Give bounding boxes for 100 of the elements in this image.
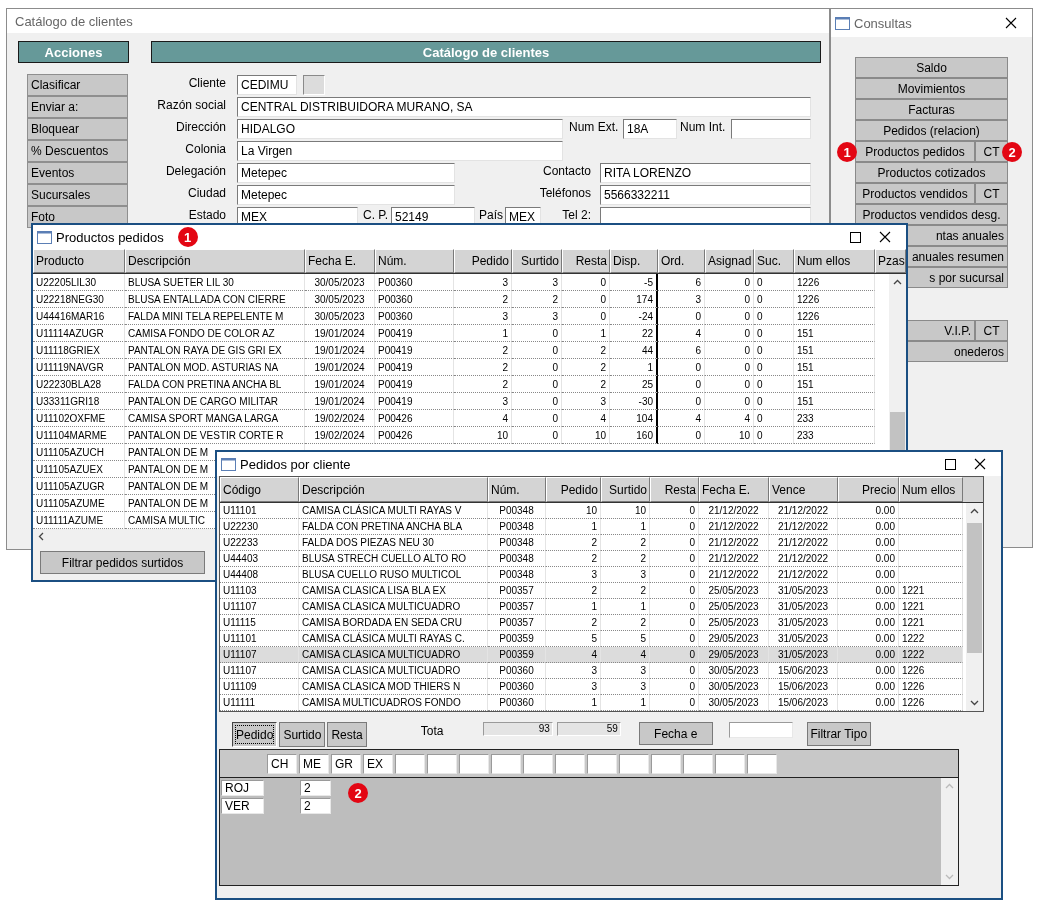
input-field[interactable]: CEDIMU xyxy=(237,75,297,95)
toggle-button[interactable]: Pedido xyxy=(232,722,278,747)
table-row[interactable]: U44403 BLUSA STRECH CUELLO ALTO RO P00348 2 2 0 21/12/2022 21/12/2022 0.00 xyxy=(220,551,963,567)
input-field[interactable] xyxy=(728,722,793,738)
color-name-field[interactable]: VER xyxy=(221,798,264,814)
quantity-field[interactable]: 2 xyxy=(300,780,331,796)
size-header-field[interactable] xyxy=(523,753,553,774)
column-header[interactable]: Disp. xyxy=(610,249,658,273)
column-header[interactable]: Pedido xyxy=(546,477,601,502)
query-button[interactable]: Saldo xyxy=(855,57,1008,78)
column-header[interactable]: Fecha E. xyxy=(305,249,375,273)
query-button[interactable]: Productos vendidos desg. xyxy=(855,204,1008,225)
chevron-down-icon[interactable] xyxy=(970,700,979,706)
input-field[interactable]: RITA LORENZO xyxy=(600,163,811,183)
action-button[interactable]: Enviar a: xyxy=(27,96,128,118)
table-row[interactable]: U11103 CAMISA CLASICA LISA BLA EX P00357 2 2 0 25/05/2023 31/05/2023 0.00 1221 xyxy=(220,583,963,599)
scrollbar-thumb[interactable] xyxy=(890,412,905,452)
action-button[interactable]: % Descuentos xyxy=(27,140,128,162)
size-header-field[interactable]: EX xyxy=(363,753,393,774)
table-row[interactable]: U11101 CAMISA CLÁSICA MULTI RAYAS V P00348 10 10 0 21/12/2022 21/12/2022 0.00 xyxy=(220,503,963,519)
column-header[interactable]: Resta xyxy=(562,249,610,273)
table-row[interactable]: U11107 CAMISA CLASICA MULTICUADRO P00357 1 1 0 25/05/2023 31/05/2023 0.00 1221 xyxy=(220,599,963,615)
table-row[interactable]: U11115 CAMISA BORDADA EN SEDA CRU P00357 2 2 0 25/05/2023 31/05/2023 0.00 1221 xyxy=(220,615,963,631)
close-icon[interactable] xyxy=(879,231,891,243)
action-button[interactable]: Clasificar xyxy=(27,74,128,96)
action-button[interactable]: Sucursales xyxy=(27,184,128,206)
color-name-field[interactable]: ROJ xyxy=(221,780,264,796)
filter-button[interactable]: Filtrar pedidos surtidos xyxy=(40,551,205,574)
filter-button[interactable]: Filtrar Tipo xyxy=(806,722,871,746)
maximize-icon[interactable] xyxy=(849,231,861,243)
ct-button[interactable]: CT xyxy=(975,183,1008,204)
action-button[interactable]: Eventos xyxy=(27,162,128,184)
close-icon[interactable] xyxy=(1005,17,1017,29)
size-header-field[interactable] xyxy=(555,753,585,774)
table-row[interactable]: U11111 CAMISA MULTICUADROS FONDO P00360 1 1 0 30/05/2023 15/06/2023 0.00 1226 xyxy=(220,695,963,711)
close-icon[interactable] xyxy=(974,458,986,470)
toggle-button[interactable]: Resta xyxy=(327,722,367,747)
column-header[interactable]: Pzas xyxy=(875,249,906,273)
table-row[interactable]: U11109 CAMISA CLASICA MOD THIERS N P00360 3 3 0 30/05/2023 15/06/2023 0.00 1226 xyxy=(220,679,963,695)
query-button[interactable]: Movimientos xyxy=(855,78,1008,99)
input-field[interactable]: 18A xyxy=(623,119,677,139)
table-row[interactable]: U44408 BLUSA CUELLO RUSO MULTICOL P00348 3 3 0 21/12/2022 21/12/2022 0.00 xyxy=(220,567,963,583)
size-header-field[interactable] xyxy=(651,753,681,774)
column-header[interactable]: Descripción xyxy=(125,249,305,273)
toggle-button[interactable]: Surtido xyxy=(279,722,326,747)
query-button[interactable]: Productos pedidos xyxy=(855,141,975,162)
input-field[interactable]: CENTRAL DISTRIBUIDORA MURANO, SA xyxy=(237,97,811,117)
column-header[interactable]: Suc. xyxy=(754,249,794,273)
column-header[interactable]: Vence xyxy=(769,477,838,502)
action-button[interactable]: Bloquear xyxy=(27,118,128,140)
size-header-field[interactable] xyxy=(395,753,425,774)
chevron-up-icon[interactable] xyxy=(970,508,979,514)
size-header-field[interactable]: CH xyxy=(267,753,297,774)
quantity-field[interactable]: 2 xyxy=(300,798,331,814)
table-cell: 31/05/2023 xyxy=(769,615,838,631)
column-header[interactable]: Asignad xyxy=(705,249,754,273)
column-header[interactable]: Pedido xyxy=(454,249,512,273)
column-header[interactable]: Ord. xyxy=(658,249,705,273)
size-header-field[interactable] xyxy=(427,753,457,774)
column-header[interactable]: Núm. xyxy=(375,249,454,273)
maximize-icon[interactable] xyxy=(944,458,956,470)
column-header[interactable]: Fecha E. xyxy=(699,477,769,502)
input-field[interactable]: Metepec xyxy=(237,163,455,183)
input-field[interactable]: La Virgen xyxy=(237,141,563,161)
ct-button[interactable]: CT xyxy=(975,320,1008,341)
query-button[interactable]: Facturas xyxy=(855,99,1008,120)
column-header[interactable]: Surtido xyxy=(601,477,650,502)
size-header-field[interactable] xyxy=(683,753,713,774)
table-row[interactable]: U11107 CAMISA CLASICA MULTICUADRO P00359 4 4 0 29/05/2023 31/05/2023 0.00 1222 xyxy=(220,647,963,663)
query-button[interactable]: Productos vendidos xyxy=(855,183,975,204)
chevron-up-icon[interactable] xyxy=(893,279,902,285)
size-header-field[interactable]: ME xyxy=(299,753,329,774)
column-header[interactable]: Surtido xyxy=(512,249,562,273)
column-header[interactable]: Num ellos xyxy=(794,249,875,273)
query-button[interactable]: Pedidos (relacion) xyxy=(855,120,1008,141)
column-header[interactable]: Precio xyxy=(838,477,899,502)
column-header[interactable]: Producto xyxy=(33,249,125,273)
input-field[interactable]: HIDALGO xyxy=(237,119,563,139)
table-row[interactable]: U22233 FALDA DOS PIEZAS NEU 30 P00348 2 2 0 21/12/2022 21/12/2022 0.00 xyxy=(220,535,963,551)
table-row[interactable]: U11107 CAMISA CLASICA MULTICUADRO P00360 3 3 0 30/05/2023 15/06/2023 0.00 1226 xyxy=(220,663,963,679)
column-header[interactable]: Núm. xyxy=(488,477,546,502)
input-field[interactable] xyxy=(731,119,811,139)
input-field[interactable]: Metepec xyxy=(237,185,455,205)
column-header[interactable]: Num ellos xyxy=(899,477,963,502)
size-header-field[interactable] xyxy=(459,753,489,774)
size-header-field[interactable] xyxy=(715,753,745,774)
chevron-left-icon[interactable] xyxy=(38,532,44,541)
size-header-field[interactable] xyxy=(587,753,617,774)
query-button[interactable]: Productos cotizados xyxy=(855,162,1008,183)
size-header-field[interactable] xyxy=(619,753,649,774)
column-header[interactable]: Descripción xyxy=(299,477,488,502)
column-header[interactable]: Resta xyxy=(650,477,699,502)
column-header[interactable]: Código xyxy=(220,477,299,502)
size-header-field[interactable] xyxy=(491,753,521,774)
size-header-field[interactable]: GR xyxy=(331,753,361,774)
size-header-field[interactable] xyxy=(747,753,777,774)
date-button[interactable]: Fecha e xyxy=(638,722,713,745)
input-field[interactable]: 5566332211 xyxy=(600,185,811,205)
scrollbar-thumb[interactable] xyxy=(967,523,982,653)
table-row[interactable]: U22230 FALDA CON PRETINA ANCHA BLA P00348 1 1 0 21/12/2022 21/12/2022 0.00 xyxy=(220,519,963,535)
